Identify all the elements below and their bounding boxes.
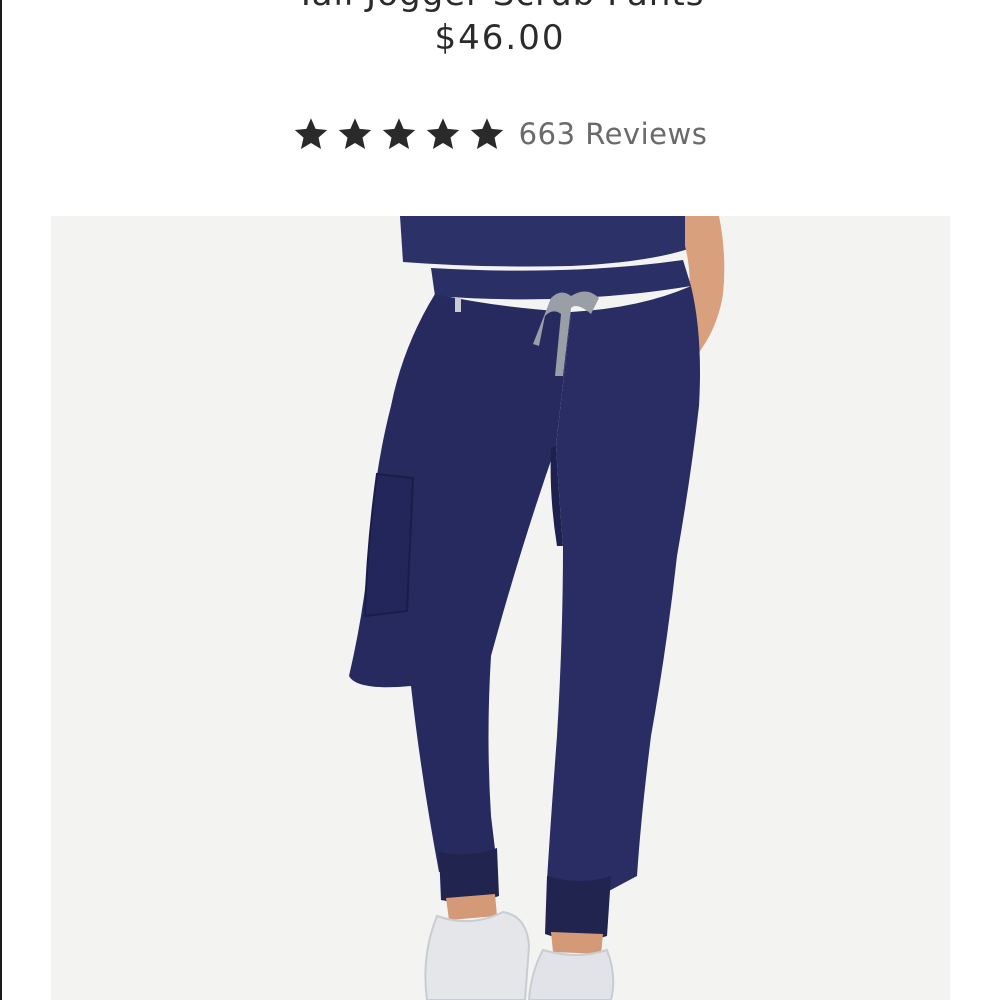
left-sneaker — [424, 910, 531, 1000]
right-sneaker — [527, 948, 615, 1000]
star-icon — [426, 118, 459, 149]
left-cuff — [439, 848, 499, 903]
reviews-link[interactable]: 663 Reviews — [519, 117, 708, 151]
scrub-top — [400, 216, 692, 267]
pants-right-leg — [547, 286, 700, 892]
product-title: Tall Jogger Scrub Pants — [0, 0, 1000, 14]
right-cuff — [545, 876, 611, 941]
rating-stars — [293, 116, 505, 152]
product-page: Tall Jogger Scrub Pants $46.00 663 Revie… — [0, 0, 1000, 1000]
pants-illustration — [349, 216, 725, 1000]
star-icon — [382, 118, 415, 149]
cargo-pocket — [363, 472, 415, 618]
product-price: $46.00 — [434, 18, 566, 58]
rating-row[interactable]: 663 Reviews — [0, 108, 1000, 160]
star-icon — [470, 118, 503, 149]
star-icon — [338, 118, 371, 149]
right-ankle — [551, 932, 603, 954]
left-ankle — [446, 894, 497, 920]
product-image[interactable] — [51, 216, 950, 1000]
logo-tag — [455, 298, 461, 312]
star-icon — [294, 118, 327, 149]
